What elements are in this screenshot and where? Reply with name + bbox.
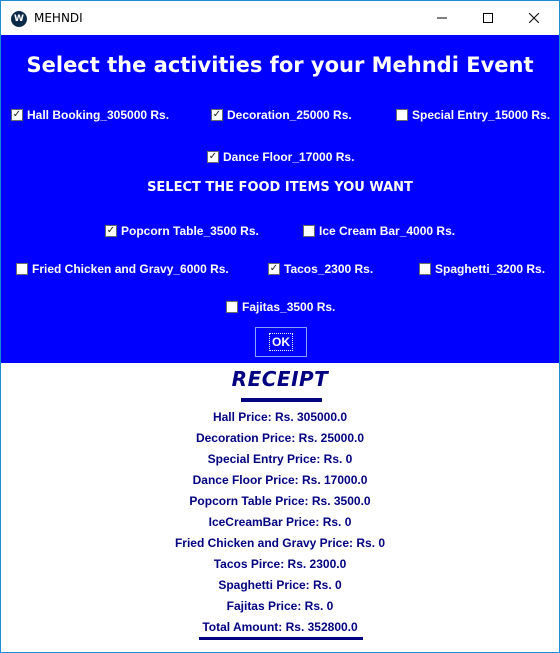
checkbox-special-entry[interactable]: Special Entry_15000 Rs. (396, 107, 550, 123)
app-window: W MEHNDI Select the activities for your … (0, 0, 560, 653)
checkbox-label: Special Entry_15000 Rs. (412, 108, 551, 122)
checkbox-box[interactable] (207, 151, 219, 163)
close-icon (529, 13, 539, 23)
checkbox-label: Tacos_2300 Rs. (284, 262, 374, 276)
checkbox-box[interactable] (303, 225, 315, 237)
receipt-line-fajitas: Fajitas Price: Rs. 0 (226, 599, 334, 613)
title-bar[interactable]: W MEHNDI (1, 1, 559, 35)
receipt-line-fried-chicken: Fried Chicken and Gravy Price: Rs. 0 (174, 536, 386, 550)
checkbox-box[interactable] (211, 109, 223, 121)
checkbox-box[interactable] (16, 263, 28, 275)
checkbox-tacos[interactable]: Tacos_2300 Rs. (268, 261, 373, 277)
checkbox-box[interactable] (419, 263, 431, 275)
receipt-total-underline (199, 637, 363, 640)
receipt-line-decoration: Decoration Price: Rs. 25000.0 (195, 431, 365, 445)
checkbox-label: Fried Chicken and Gravy_6000 Rs. (32, 262, 229, 276)
window-title: MEHNDI (34, 11, 83, 25)
checkbox-label: Popcorn Table_3500 Rs. (121, 224, 259, 238)
checkbox-box[interactable] (105, 225, 117, 237)
receipt-line-special-entry: Special Entry Price: Rs. 0 (207, 452, 353, 466)
checkbox-dance-floor[interactable]: Dance Floor_17000 Rs. (207, 149, 354, 165)
checkbox-fried-chicken[interactable]: Fried Chicken and Gravy_6000 Rs. (16, 261, 229, 277)
receipt-title-underline (241, 398, 322, 402)
checkbox-hall-booking[interactable]: Hall Booking_305000 Rs. (11, 107, 169, 123)
receipt-line-popcorn: Popcorn Table Price: Rs. 3500.0 (189, 494, 371, 508)
receipt-line-dance-floor: Dance Floor Price: Rs. 17000.0 (192, 473, 368, 487)
checkbox-box[interactable] (11, 109, 23, 121)
checkbox-label: Fajitas_3500 Rs. (242, 300, 336, 314)
checkbox-label: Dance Floor_17000 Rs. (223, 150, 355, 164)
checkbox-decoration[interactable]: Decoration_25000 Rs. (211, 107, 352, 123)
close-button[interactable] (511, 1, 557, 35)
maximize-icon (483, 13, 493, 23)
minimize-icon (437, 17, 447, 19)
checkbox-popcorn-table[interactable]: Popcorn Table_3500 Rs. (105, 223, 259, 239)
checkbox-label: Spaghetti_3200 Rs. (435, 262, 546, 276)
checkbox-spaghetti[interactable]: Spaghetti_3200 Rs. (419, 261, 545, 277)
ok-button[interactable]: OK (255, 327, 307, 357)
checkbox-ice-cream-bar[interactable]: Ice Cream Bar_4000 Rs. (303, 223, 455, 239)
activities-heading: Select the activities for your Mehndi Ev… (26, 53, 534, 77)
minimize-button[interactable] (419, 1, 465, 35)
checkbox-box[interactable] (268, 263, 280, 275)
receipt-title: RECEIPT (231, 367, 329, 391)
checkbox-fajitas[interactable]: Fajitas_3500 Rs. (226, 299, 335, 315)
app-icon: W (11, 11, 27, 27)
checkbox-label: Ice Cream Bar_4000 Rs. (319, 224, 456, 238)
food-heading: SELECT THE FOOD ITEMS YOU WANT (147, 180, 413, 195)
receipt-line-tacos: Tacos Pirce: Rs. 2300.0 (213, 557, 347, 571)
receipt-line-hall: Hall Price: Rs. 305000.0 (212, 410, 348, 424)
checkbox-box[interactable] (396, 109, 408, 121)
checkbox-label: Decoration_25000 Rs. (227, 108, 352, 122)
checkbox-box[interactable] (226, 301, 238, 313)
maximize-button[interactable] (465, 1, 511, 35)
receipt-line-icecream: IceCreamBar Price: Rs. 0 (208, 515, 352, 529)
receipt-line-spaghetti: Spaghetti Price: Rs. 0 (218, 578, 342, 592)
checkbox-label: Hall Booking_305000 Rs. (27, 108, 170, 122)
ok-button-label: OK (269, 333, 293, 351)
receipt-total: Total Amount: Rs. 352800.0 (202, 620, 358, 634)
